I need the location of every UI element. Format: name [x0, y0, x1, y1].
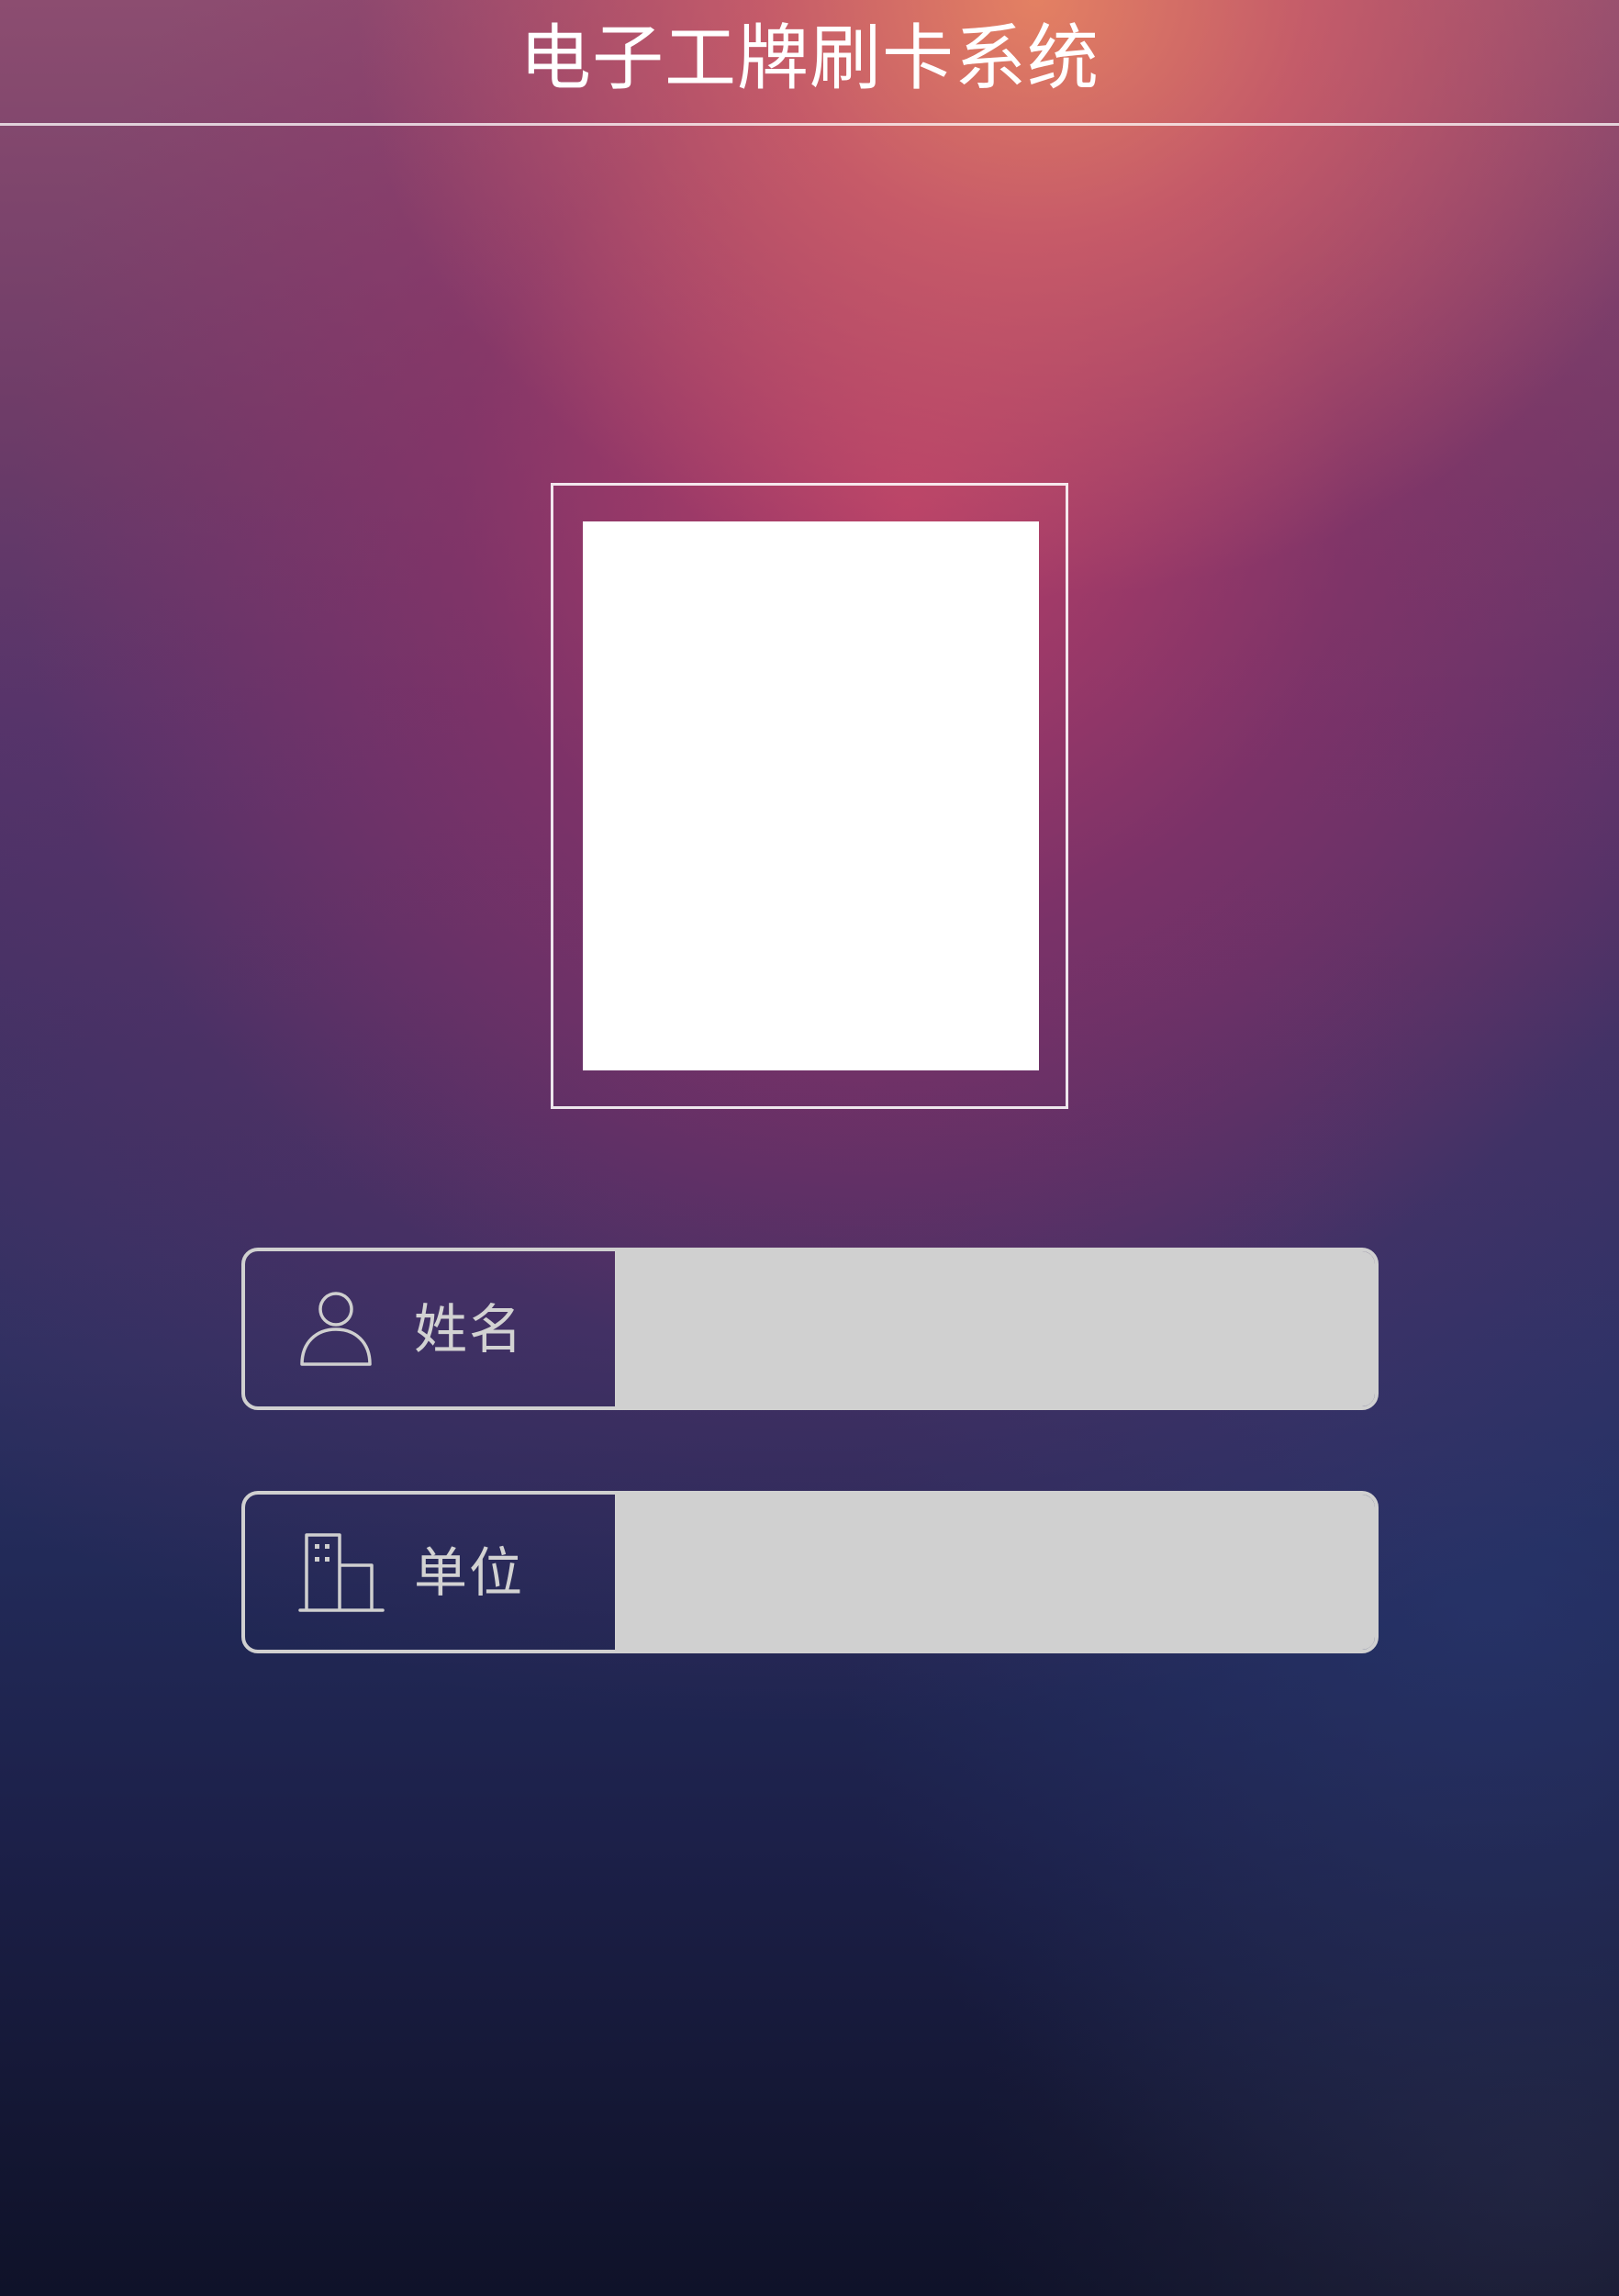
name-field: 姓名 — [241, 1248, 1379, 1410]
unit-input[interactable] — [615, 1495, 1375, 1650]
name-field-label: 姓名 — [414, 1297, 525, 1361]
app-header: 电子工牌刷卡系统 — [0, 0, 1619, 126]
unit-field-label: 单位 — [414, 1540, 525, 1604]
page-title: 电子工牌刷卡系统 — [519, 17, 1100, 100]
photo-frame — [551, 483, 1068, 1109]
unit-field-label-area: 单位 — [245, 1495, 615, 1650]
name-field-label-area: 姓名 — [245, 1251, 615, 1406]
building-icon — [298, 1532, 385, 1612]
name-input[interactable] — [615, 1251, 1375, 1406]
person-icon — [300, 1291, 372, 1366]
photo-placeholder — [583, 521, 1039, 1070]
unit-field: 单位 — [241, 1491, 1379, 1653]
